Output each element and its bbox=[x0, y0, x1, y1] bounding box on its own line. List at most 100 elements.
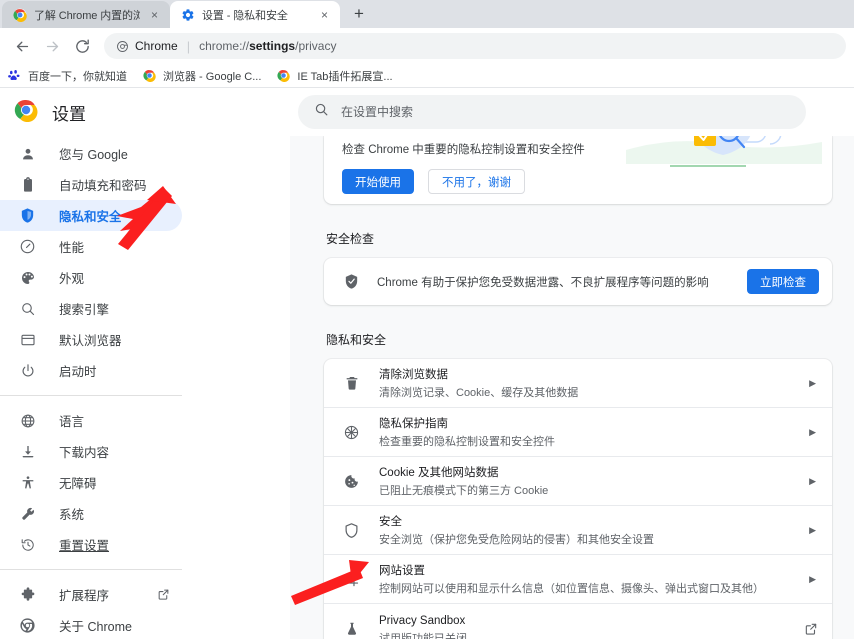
privacy-and-security-list: 清除浏览数据 清除浏览记录、Cookie、缓存及其他数据 ▶ bbox=[324, 359, 832, 639]
sidebar-item-accessibility[interactable]: 无障碍 bbox=[0, 467, 182, 498]
search-icon bbox=[314, 102, 329, 122]
sidebar-item-about-chrome[interactable]: 关于 Chrome bbox=[0, 610, 182, 639]
address-bar[interactable]: Chrome | chrome://settings/privacy bbox=[104, 33, 846, 59]
safety-check-description: Chrome 有助于保护您免受数据泄露、不良扩展程序等问题的影响 bbox=[377, 274, 731, 290]
chevron-right-icon[interactable]: ▶ bbox=[809, 427, 818, 438]
baidu-icon bbox=[8, 69, 22, 83]
browser-window-icon bbox=[18, 330, 37, 349]
row-text: 隐私保护指南 检查重要的隐私控制设置和安全控件 bbox=[379, 414, 791, 450]
history-restore-icon bbox=[18, 535, 37, 554]
row-cookies-and-site-data[interactable]: Cookie 及其他网站数据 已阻止无痕模式下的第三方 Cookie ▶ bbox=[324, 457, 832, 506]
search-input[interactable] bbox=[341, 105, 790, 119]
safety-check-section-title: 安全检查 bbox=[326, 230, 832, 247]
sidebar-item-reset-settings[interactable]: 重置设置 bbox=[0, 529, 182, 560]
browser-toolbar: Chrome | chrome://settings/privacy bbox=[0, 28, 854, 64]
back-button[interactable] bbox=[8, 32, 36, 60]
row-privacy-sandbox[interactable]: Privacy Sandbox 试用版功能已关闭 bbox=[324, 604, 832, 639]
external-link-icon[interactable] bbox=[804, 622, 818, 636]
puzzle-icon bbox=[18, 585, 37, 604]
shield-filled-icon bbox=[342, 272, 361, 291]
close-icon[interactable]: × bbox=[147, 7, 162, 22]
accessibility-icon bbox=[18, 473, 37, 492]
settings-brand: 设置 bbox=[0, 98, 290, 127]
forward-button[interactable] bbox=[38, 32, 66, 60]
bookmark-label: 浏览器 - Google C... bbox=[163, 68, 261, 84]
sidebar-item-label: 系统 bbox=[59, 504, 84, 523]
cookie-icon bbox=[342, 472, 361, 491]
clipboard-icon bbox=[18, 175, 37, 194]
row-text: 网站设置 控制网站可以使用和显示什么信息（如位置信息、摄像头、弹出式窗口及其他） bbox=[379, 561, 791, 597]
privacy-guide-promo-description: 检查 Chrome 中重要的隐私控制设置和安全控件 bbox=[342, 136, 814, 157]
external-link-icon bbox=[157, 588, 170, 601]
bookmark-item[interactable]: 浏览器 - Google C... bbox=[143, 68, 261, 84]
get-started-button[interactable]: 开始使用 bbox=[342, 169, 414, 194]
check-now-button[interactable]: 立即检查 bbox=[747, 269, 819, 294]
sidebar-item-label: 隐私和安全 bbox=[59, 206, 122, 225]
sliders-icon bbox=[342, 570, 361, 589]
sidebar-item-default-browser[interactable]: 默认浏览器 bbox=[0, 324, 182, 355]
browser-tab-1[interactable]: 了解 Chrome 内置的浏览器工具 × bbox=[2, 1, 170, 28]
trash-icon bbox=[342, 374, 361, 393]
sidebar-item-label: 外观 bbox=[59, 268, 84, 287]
search-icon bbox=[18, 299, 37, 318]
row-title: Privacy Sandbox bbox=[379, 615, 465, 627]
sidebar-item-system[interactable]: 系统 bbox=[0, 498, 182, 529]
chevron-right-icon[interactable]: ▶ bbox=[809, 574, 818, 585]
sidebar-divider bbox=[0, 395, 182, 396]
sidebar-item-you-and-google[interactable]: 您与 Google bbox=[0, 138, 182, 169]
sidebar-item-label: 搜索引擎 bbox=[59, 299, 109, 318]
page-identity-label: Chrome bbox=[135, 39, 178, 53]
sidebar-item-extensions[interactable]: 扩展程序 bbox=[0, 579, 182, 610]
chevron-right-icon[interactable]: ▶ bbox=[809, 378, 818, 389]
browser-tab-2[interactable]: 设置 - 隐私和安全 × bbox=[170, 1, 340, 28]
row-subtitle: 试用版功能已关闭 bbox=[379, 633, 467, 639]
chrome-icon bbox=[14, 98, 38, 127]
bookmark-label: IE Tab插件拓展宣... bbox=[297, 68, 392, 84]
new-tab-button[interactable]: + bbox=[346, 1, 372, 27]
page-title: 设置 bbox=[52, 100, 86, 125]
sidebar-item-label: 关于 Chrome bbox=[59, 616, 132, 635]
sidebar-item-languages[interactable]: 语言 bbox=[0, 405, 182, 436]
sidebar-item-downloads[interactable]: 下载内容 bbox=[0, 436, 182, 467]
row-security[interactable]: 安全 安全浏览（保护您免受危险网站的侵害）和其他安全设置 ▶ bbox=[324, 506, 832, 555]
bookmark-item[interactable]: 百度一下，你就知道 bbox=[8, 68, 127, 84]
bookmarks-bar: 百度一下，你就知道 浏览器 - Google C... bbox=[0, 64, 854, 88]
close-icon[interactable]: × bbox=[317, 7, 332, 22]
sidebar-item-autofill-passwords[interactable]: 自动填充和密码 bbox=[0, 169, 182, 200]
sidebar-divider bbox=[0, 569, 182, 570]
settings-page: 设置 bbox=[0, 88, 854, 639]
privacy-guide-promo-card: 检查 Chrome 中重要的隐私控制设置和安全控件 开始使用 不用了，谢谢 bbox=[324, 136, 832, 204]
sidebar-item-label: 您与 Google bbox=[59, 144, 128, 163]
sidebar-item-label: 性能 bbox=[59, 237, 84, 256]
person-icon bbox=[18, 144, 37, 163]
omnibox-separator: | bbox=[187, 39, 190, 54]
chevron-right-icon[interactable]: ▶ bbox=[809, 476, 818, 487]
safety-check-card: Chrome 有助于保护您免受数据泄露、不良扩展程序等问题的影响 立即检查 bbox=[324, 258, 832, 305]
no-thanks-button[interactable]: 不用了，谢谢 bbox=[428, 169, 525, 194]
row-site-settings[interactable]: 网站设置 控制网站可以使用和显示什么信息（如位置信息、摄像头、弹出式窗口及其他）… bbox=[324, 555, 832, 604]
settings-search-box[interactable] bbox=[298, 95, 806, 129]
chrome-outline-icon bbox=[18, 616, 37, 635]
reload-button[interactable] bbox=[68, 32, 96, 60]
sidebar-item-privacy-and-security[interactable]: 隐私和安全 bbox=[0, 200, 182, 231]
sidebar-item-on-startup[interactable]: 启动时 bbox=[0, 355, 182, 386]
row-subtitle: 已阻止无痕模式下的第三方 Cookie bbox=[379, 485, 548, 497]
sidebar-item-label: 自动填充和密码 bbox=[59, 175, 147, 194]
bookmark-label: 百度一下，你就知道 bbox=[28, 68, 127, 84]
chevron-right-icon[interactable]: ▶ bbox=[809, 525, 818, 536]
row-privacy-guide[interactable]: 隐私保护指南 检查重要的隐私控制设置和安全控件 ▶ bbox=[324, 408, 832, 457]
row-clear-browsing-data[interactable]: 清除浏览数据 清除浏览记录、Cookie、缓存及其他数据 ▶ bbox=[324, 359, 832, 408]
row-subtitle: 安全浏览（保护您免受危险网站的侵害）和其他安全设置 bbox=[379, 534, 654, 546]
row-subtitle: 控制网站可以使用和显示什么信息（如位置信息、摄像头、弹出式窗口及其他） bbox=[379, 583, 764, 595]
sidebar-item-performance[interactable]: 性能 bbox=[0, 231, 182, 262]
shield-icon bbox=[18, 206, 37, 225]
sidebar-item-search-engine[interactable]: 搜索引擎 bbox=[0, 293, 182, 324]
settings-body: 您与 Google 自动填充和密码 bbox=[0, 136, 854, 639]
bookmark-item[interactable]: IE Tab插件拓展宣... bbox=[277, 68, 392, 84]
sidebar-item-appearance[interactable]: 外观 bbox=[0, 262, 182, 293]
wrench-icon bbox=[18, 504, 37, 523]
row-text: 安全 安全浏览（保护您免受危险网站的侵害）和其他安全设置 bbox=[379, 512, 791, 548]
sidebar-item-label: 无障碍 bbox=[59, 473, 97, 492]
row-title: Cookie 及其他网站数据 bbox=[379, 467, 499, 479]
sidebar-item-label: 默认浏览器 bbox=[59, 330, 122, 349]
